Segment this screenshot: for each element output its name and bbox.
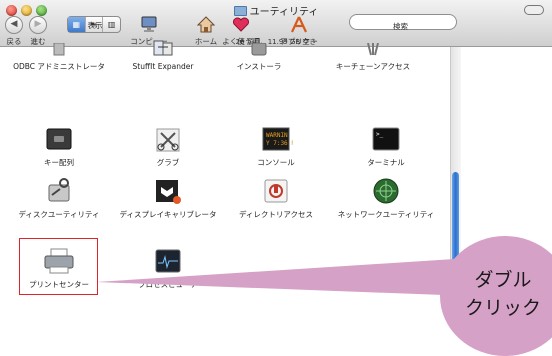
highlight-box bbox=[19, 238, 98, 295]
callout-text: ダブル クリック bbox=[454, 266, 552, 322]
callout-line2: クリック bbox=[464, 297, 541, 319]
callout-line1: ダブル bbox=[474, 269, 532, 291]
